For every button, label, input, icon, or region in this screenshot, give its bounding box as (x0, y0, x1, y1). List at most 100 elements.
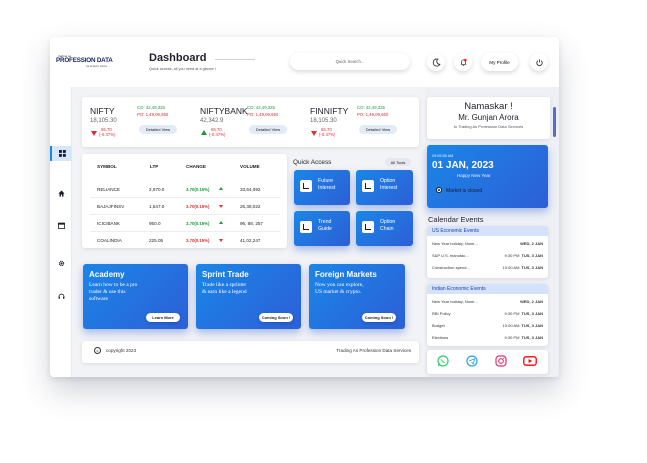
promo-button-label: Coming Soon ! (364, 315, 394, 320)
bar-chart-icon (300, 180, 312, 192)
sidebar-item-dashboard[interactable] (50, 146, 72, 161)
india-events-header: Indian Economic Events (427, 284, 548, 294)
event-name: Elections (432, 335, 449, 340)
logout-button[interactable] (530, 53, 548, 71)
quick-access-tile[interactable]: Trend Guide (294, 211, 350, 246)
index-card: NIFTY 18,105.30 65.70 (-0.47%) CO: 42,49,325… (90, 103, 192, 143)
quick-access-tile[interactable]: Option Interest (356, 170, 413, 205)
quick-access-tile[interactable]: Future Interest (294, 170, 350, 205)
arrow-up-icon (219, 187, 223, 190)
promo-text-3: software (89, 296, 108, 302)
table-row[interactable]: BAJAJFINSV 1,547.0 3.70(0.15%) 26,38,022 (82, 202, 287, 210)
index-po: PO: 1,49,09,650 (137, 112, 169, 117)
event-row[interactable]: New Year holiday, None... WED, 2 JAN (432, 241, 543, 246)
all-tools-button[interactable]: All Tools (385, 158, 411, 166)
arrow-down-icon (91, 131, 97, 136)
notifications-button[interactable] (454, 53, 472, 71)
arrow-down-icon (219, 205, 223, 208)
promo-card[interactable]: Academy Learn how to be a pro trader & use… (83, 264, 188, 329)
promo-card[interactable]: Sprint Trade Trade like a sprinter & earn … (196, 264, 301, 329)
brand-logo[interactable]: trading as PROFESSION DATA we analyze st… (56, 54, 118, 72)
promo-card[interactable]: Foreign Markets Now you can explore, US ma… (309, 264, 405, 329)
tile-label-line2: Guide (318, 226, 332, 232)
sidebar-item-settings[interactable] (54, 257, 68, 269)
cell-ltp: 225.05 (149, 237, 164, 243)
event-row[interactable]: S&P U.S. manufac... 9:30 PM TUS, 3 JAN (432, 253, 543, 258)
index-name: NIFTYBANK (200, 106, 248, 116)
tile-label-line1: Option (380, 219, 396, 225)
index-po: PO: 1,49,09,650 (357, 112, 389, 117)
copyright-text: copyright 2023 (106, 348, 137, 353)
sidebar-item-support[interactable] (54, 290, 68, 302)
event-time: 10:00 AM (502, 265, 520, 270)
event-when: WED, 2 JAN (518, 241, 543, 246)
arrow-up-icon (219, 221, 223, 224)
stock-table: SYMBOL LTP CHANGE VOLUME RELIANCE 2,670.0… (82, 154, 287, 248)
index-co: CO: 42,49,325 (357, 105, 385, 110)
event-day: TUS, 3 JAN (521, 323, 543, 328)
footer: c copyright 2023 Trading As Profession D… (82, 341, 419, 363)
date-time: 09:05:55 AM (432, 154, 454, 158)
promo-text-2: US market & crypto. (315, 289, 362, 295)
copyright-icon: c (94, 347, 101, 354)
detailed-view-button[interactable]: Detailed View (249, 125, 287, 134)
col-change[interactable]: CHANGE (186, 164, 206, 169)
telegram-icon[interactable] (466, 355, 478, 367)
index-price: 18,105.30 (90, 118, 117, 124)
promo-text-1: Now you can explore, (315, 282, 364, 288)
event-time: 9:30 PM (504, 311, 520, 316)
trend-guide-icon (300, 221, 312, 233)
detailed-view-button[interactable]: Detailed View (359, 125, 397, 134)
event-row[interactable]: Elections 9:30 PM TUS, 3 JAN (432, 335, 543, 340)
quick-access-tile[interactable]: Option Chain (356, 211, 413, 246)
social-bar (427, 350, 548, 374)
icon-mark (303, 224, 309, 230)
col-ltp[interactable]: LTP (150, 164, 158, 169)
sidebar (50, 87, 72, 377)
promo-button[interactable]: Coming Soon ! (362, 313, 396, 322)
theme-toggle-button[interactable] (427, 53, 445, 71)
youtube-icon[interactable] (523, 355, 537, 367)
whatsapp-icon[interactable] (437, 355, 449, 367)
index-pct: (-0.47%) (319, 132, 336, 137)
cell-ltp: 950.0 (149, 220, 161, 226)
my-profile-button[interactable]: My Profile (481, 53, 518, 71)
cell-volume: 96, 88, 257 (240, 220, 263, 226)
cell-symbol: RELIANCE (97, 186, 120, 192)
detailed-view-label: Detailed View (145, 127, 171, 132)
event-row[interactable]: New Year holiday, None... WED, 2 JAN (432, 299, 543, 304)
tile-label-line2: Chain (380, 226, 394, 232)
cell-change: 3.70(0.15%) (186, 220, 210, 226)
cell-volume: 33,64,092 (240, 186, 261, 192)
event-day: WED, 2 JAN (520, 241, 543, 246)
quick-search-input[interactable]: Quick Search... (290, 53, 410, 70)
option-chain-icon (362, 221, 374, 233)
my-profile-label: My Profile (489, 59, 510, 65)
power-icon (535, 58, 543, 66)
cell-volume: 41,02,247 (240, 237, 261, 243)
col-symbol[interactable]: SYMBOL (97, 164, 117, 169)
event-row[interactable]: Budget 10:00 AM TUS, 3 JAN (432, 323, 543, 328)
sidebar-item-calendar[interactable] (54, 219, 68, 231)
india-events-card: Indian Economic Events New Year holiday,… (427, 284, 548, 346)
promo-button[interactable]: Learn More (146, 313, 180, 322)
brand-logo-main: PROFESSION DATA (56, 57, 113, 64)
instagram-icon[interactable] (495, 355, 507, 367)
sidebar-item-home[interactable] (54, 187, 68, 199)
event-when: 9:30 PM TUS, 3 JAN (505, 253, 543, 258)
cell-symbol: BAJAJFINSV (97, 203, 125, 209)
col-volume[interactable]: VOLUME (240, 164, 260, 169)
event-row[interactable]: Construction spend... 10:00 AM TUS, 3 JAN (432, 265, 543, 270)
promo-button[interactable]: Coming Soon ! (259, 313, 293, 322)
table-row[interactable]: RELIANCE 2,670.0 3.70(0.15%) 33,64,092 (82, 185, 287, 193)
table-row[interactable]: ICICIBANK 950.0 3.70(0.15%) 96, 88, 257 (82, 219, 287, 227)
event-row[interactable]: RBI Policy 9:30 PM TUS, 3 JAN (432, 311, 543, 316)
greeting-card: Namaskar ! Mr. Gunjan Arora to Trading A… (427, 97, 550, 139)
detailed-view-button[interactable]: Detailed View (139, 125, 177, 134)
event-day: TUS, 3 JAN (521, 265, 543, 270)
table-row[interactable]: COALINDIA 225.05 3.70(0.15%) 41,02,247 (82, 236, 287, 244)
arrow-down-icon (311, 131, 317, 136)
panel-scrollbar[interactable] (553, 107, 556, 137)
event-name: Budget (432, 323, 445, 328)
icon-mark (365, 183, 371, 189)
